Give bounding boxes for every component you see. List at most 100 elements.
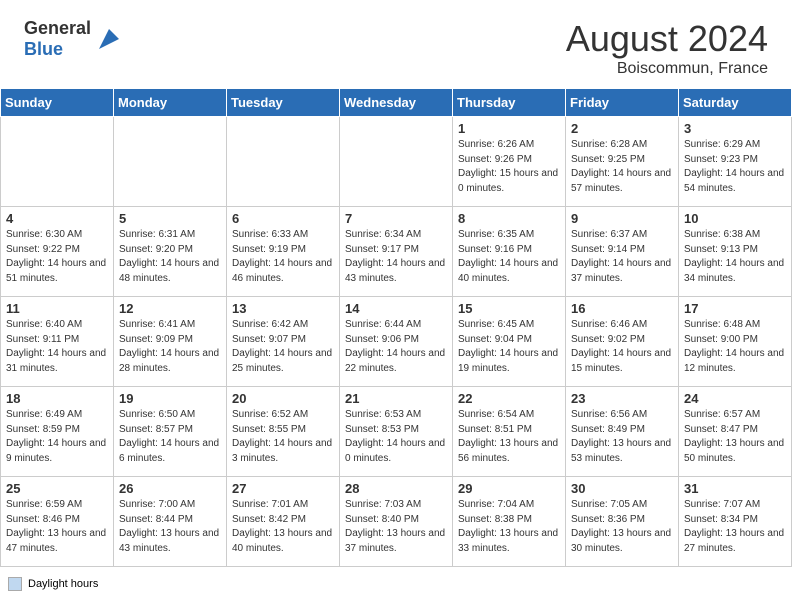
day-number: 9: [571, 211, 673, 226]
day-info: Sunrise: 6:49 AM Sunset: 8:59 PM Dayligh…: [6, 408, 108, 466]
calendar-day-cell: 16Sunrise: 6:46 AM Sunset: 9:02 PM Dayli…: [566, 297, 679, 387]
calendar-day-cell: 14Sunrise: 6:44 AM Sunset: 9:06 PM Dayli…: [340, 297, 453, 387]
day-info: Sunrise: 6:59 AM Sunset: 8:46 PM Dayligh…: [6, 498, 108, 556]
weekday-header-tuesday: Tuesday: [227, 89, 340, 117]
calendar-week-row: 25 Sunrise: 6:59 AM Sunset: 8:46 PM Dayli…: [1, 477, 792, 567]
weekday-header-wednesday: Wednesday: [340, 89, 453, 117]
calendar-day-cell: 27Sunrise: 7:01 AM Sunset: 8:42 PM Dayli…: [227, 477, 340, 567]
day-number: 26: [119, 481, 221, 496]
calendar-day-cell: [114, 117, 227, 207]
calendar-week-row: 18 Sunrise: 6:49 AM Sunset: 8:59 PM Dayli…: [1, 387, 792, 477]
calendar-day-cell: 1Sunrise: 6:26 AM Sunset: 9:26 PM Daylig…: [453, 117, 566, 207]
calendar-day-cell: 26 Sunrise: 7:00 AM Sunset: 8:44 PM Dayli…: [114, 477, 227, 567]
title-block: August 2024 Boiscommun, France: [566, 18, 768, 78]
day-number: 7: [345, 211, 447, 226]
day-number: 30: [571, 481, 673, 496]
calendar-day-cell: 31Sunrise: 7:07 AM Sunset: 8:34 PM Dayli…: [679, 477, 792, 567]
calendar-day-cell: 19 Sunrise: 6:50 AM Sunset: 8:57 PM Dayli…: [114, 387, 227, 477]
day-info: Sunrise: 6:37 AM Sunset: 9:14 PM Dayligh…: [571, 228, 673, 286]
day-info: Sunrise: 6:53 AM Sunset: 8:53 PM Dayligh…: [345, 408, 447, 466]
logo: General Blue: [24, 18, 123, 60]
calendar-day-cell: 7 Sunrise: 6:34 AM Sunset: 9:17 PM Daylig…: [340, 207, 453, 297]
day-number: 16: [571, 301, 673, 316]
day-number: 22: [458, 391, 560, 406]
day-info: Sunrise: 6:54 AM Sunset: 8:51 PM Dayligh…: [458, 408, 560, 466]
calendar-day-cell: 15 Sunrise: 6:45 AM Sunset: 9:04 PM Dayli…: [453, 297, 566, 387]
month-year-title: August 2024: [566, 18, 768, 60]
day-info: Sunrise: 6:33 AM Sunset: 9:19 PM Dayligh…: [232, 228, 334, 286]
calendar-week-row: 4Sunrise: 6:30 AM Sunset: 9:22 PM Daylig…: [1, 207, 792, 297]
weekday-header-friday: Friday: [566, 89, 679, 117]
day-info: Sunrise: 6:50 AM Sunset: 8:57 PM Dayligh…: [119, 408, 221, 466]
day-info: Sunrise: 7:03 AM Sunset: 8:40 PM Dayligh…: [345, 498, 447, 556]
weekday-header-sunday: Sunday: [1, 89, 114, 117]
weekday-header-monday: Monday: [114, 89, 227, 117]
weekday-header-thursday: Thursday: [453, 89, 566, 117]
day-info: Sunrise: 6:34 AM Sunset: 9:17 PM Dayligh…: [345, 228, 447, 286]
calendar-day-cell: 18 Sunrise: 6:49 AM Sunset: 8:59 PM Dayli…: [1, 387, 114, 477]
day-number: 19: [119, 391, 221, 406]
logo-icon: [95, 25, 123, 53]
day-info: Sunrise: 6:45 AM Sunset: 9:04 PM Dayligh…: [458, 318, 560, 376]
calendar-day-cell: 13 Sunrise: 6:42 AM Sunset: 9:07 PM Dayli…: [227, 297, 340, 387]
day-info: Sunrise: 6:38 AM Sunset: 9:13 PM Dayligh…: [684, 228, 786, 286]
calendar-day-cell: 8 Sunrise: 6:35 AM Sunset: 9:16 PM Daylig…: [453, 207, 566, 297]
calendar-day-cell: 30 Sunrise: 7:05 AM Sunset: 8:36 PM Dayli…: [566, 477, 679, 567]
day-number: 8: [458, 211, 560, 226]
day-number: 29: [458, 481, 560, 496]
day-info: Sunrise: 7:00 AM Sunset: 8:44 PM Dayligh…: [119, 498, 221, 556]
calendar-day-cell: 20Sunrise: 6:52 AM Sunset: 8:55 PM Dayli…: [227, 387, 340, 477]
day-number: 21: [345, 391, 447, 406]
calendar-day-cell: 29 Sunrise: 7:04 AM Sunset: 8:38 PM Dayli…: [453, 477, 566, 567]
calendar-day-cell: 9 Sunrise: 6:37 AM Sunset: 9:14 PM Daylig…: [566, 207, 679, 297]
day-number: 15: [458, 301, 560, 316]
calendar-day-cell: 6 Sunrise: 6:33 AM Sunset: 9:19 PM Daylig…: [227, 207, 340, 297]
page-header: General Blue August 2024 Boiscommun, Fra…: [0, 0, 792, 88]
day-number: 25: [6, 481, 108, 496]
weekday-header-row: SundayMondayTuesdayWednesdayThursdayFrid…: [1, 89, 792, 117]
day-number: 14: [345, 301, 447, 316]
day-info: Sunrise: 6:56 AM Sunset: 8:49 PM Dayligh…: [571, 408, 673, 466]
calendar-day-cell: [340, 117, 453, 207]
day-info: Sunrise: 6:52 AM Sunset: 8:55 PM Dayligh…: [232, 408, 334, 466]
logo-blue-text: Blue: [24, 39, 91, 60]
day-number: 18: [6, 391, 108, 406]
calendar-day-cell: 2Sunrise: 6:28 AM Sunset: 9:25 PM Daylig…: [566, 117, 679, 207]
calendar-day-cell: 23 Sunrise: 6:56 AM Sunset: 8:49 PM Dayli…: [566, 387, 679, 477]
day-number: 10: [684, 211, 786, 226]
calendar-day-cell: [1, 117, 114, 207]
day-number: 17: [684, 301, 786, 316]
day-number: 13: [232, 301, 334, 316]
day-info: Sunrise: 6:29 AM Sunset: 9:23 PM Dayligh…: [684, 138, 786, 196]
day-number: 6: [232, 211, 334, 226]
legend-box: [8, 577, 22, 591]
logo-general-text: General: [24, 18, 91, 39]
day-number: 11: [6, 301, 108, 316]
day-number: 31: [684, 481, 786, 496]
calendar-day-cell: [227, 117, 340, 207]
day-number: 28: [345, 481, 447, 496]
calendar-table: SundayMondayTuesdayWednesdayThursdayFrid…: [0, 88, 792, 567]
calendar-day-cell: 10 Sunrise: 6:38 AM Sunset: 9:13 PM Dayli…: [679, 207, 792, 297]
day-info: Sunrise: 6:42 AM Sunset: 9:07 PM Dayligh…: [232, 318, 334, 376]
day-info: Sunrise: 7:04 AM Sunset: 8:38 PM Dayligh…: [458, 498, 560, 556]
calendar-day-cell: 17Sunrise: 6:48 AM Sunset: 9:00 PM Dayli…: [679, 297, 792, 387]
day-number: 23: [571, 391, 673, 406]
legend-label: Daylight hours: [28, 578, 98, 590]
day-info: Sunrise: 6:57 AM Sunset: 8:47 PM Dayligh…: [684, 408, 786, 466]
calendar-day-cell: 11Sunrise: 6:40 AM Sunset: 9:11 PM Dayli…: [1, 297, 114, 387]
calendar-day-cell: 3Sunrise: 6:29 AM Sunset: 9:23 PM Daylig…: [679, 117, 792, 207]
day-info: Sunrise: 6:26 AM Sunset: 9:26 PM Dayligh…: [458, 138, 560, 196]
calendar-week-row: 11Sunrise: 6:40 AM Sunset: 9:11 PM Dayli…: [1, 297, 792, 387]
calendar-day-cell: 5Sunrise: 6:31 AM Sunset: 9:20 PM Daylig…: [114, 207, 227, 297]
day-number: 24: [684, 391, 786, 406]
day-number: 4: [6, 211, 108, 226]
day-info: Sunrise: 7:05 AM Sunset: 8:36 PM Dayligh…: [571, 498, 673, 556]
day-info: Sunrise: 7:01 AM Sunset: 8:42 PM Dayligh…: [232, 498, 334, 556]
day-number: 2: [571, 121, 673, 136]
day-number: 12: [119, 301, 221, 316]
legend: Daylight hours: [0, 575, 792, 597]
calendar-day-cell: 12Sunrise: 6:41 AM Sunset: 9:09 PM Dayli…: [114, 297, 227, 387]
calendar-day-cell: 22 Sunrise: 6:54 AM Sunset: 8:51 PM Dayli…: [453, 387, 566, 477]
day-info: Sunrise: 6:35 AM Sunset: 9:16 PM Dayligh…: [458, 228, 560, 286]
